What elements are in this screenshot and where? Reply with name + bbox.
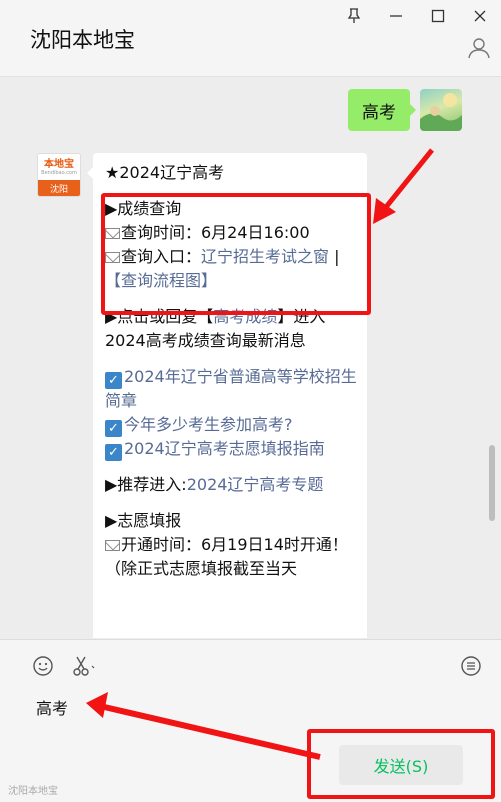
maximize-icon[interactable] — [417, 4, 459, 28]
sent-message-bubble[interactable]: 高考 — [348, 89, 416, 131]
volunteer-guide-link[interactable]: 2024辽宁高考志愿填报指南 — [124, 439, 325, 458]
admission-guide-link[interactable]: 2024年辽宁省普通高等学校招生简章 — [105, 367, 357, 410]
checkbox-icon: ✓ — [105, 420, 122, 437]
reply-heading: ★2024辽宁高考 — [105, 163, 225, 182]
envelope-icon — [105, 540, 120, 551]
checkbox-icon: ✓ — [105, 444, 122, 461]
bendibao-logo: 本地宝 Bendibao.com — [38, 154, 80, 180]
sender-avatar[interactable]: 本地宝 Bendibao.com 沈阳 — [37, 153, 81, 197]
profile-icon[interactable] — [467, 36, 491, 60]
section-volunteer-title: ▶志愿填报 — [105, 511, 182, 530]
chat-title: 沈阳本地宝 — [30, 28, 135, 52]
logo-text: 本地宝 — [44, 158, 74, 170]
checkbox-icon: ✓ — [105, 372, 122, 389]
candidate-count-link[interactable]: 今年多少考生参加高考? — [124, 415, 293, 434]
minimize-icon[interactable] — [375, 4, 417, 28]
emoji-icon[interactable] — [31, 654, 55, 678]
pin-icon[interactable] — [333, 4, 375, 28]
list-item[interactable]: ✓ 2024年辽宁省普通高等学校招生简章 — [105, 365, 357, 413]
recommend-line: ▶推荐进入:2024辽宁高考专题 — [105, 475, 324, 494]
annotation-highlight-box — [101, 193, 371, 315]
chat-scrollbar[interactable] — [489, 445, 495, 521]
watermark: 沈阳本地宝 — [8, 786, 58, 797]
window-controls — [333, 4, 501, 28]
annotation-send-box — [307, 729, 495, 799]
logo-subtext: Bendibao.com — [41, 169, 77, 176]
chat-history-icon[interactable] — [459, 654, 483, 678]
chat-panel[interactable]: 高考 本地宝 Bendibao.com 沈阳 ★2024辽宁高考 ▶成绩查询 查… — [0, 77, 501, 638]
title-bar: 沈阳本地宝 — [0, 0, 501, 77]
open-time-line: 开通时间：6月19日14时开通！（除正式志愿填报截至当天 — [105, 535, 348, 578]
list-item[interactable]: ✓ 2024辽宁高考志愿填报指南 — [105, 437, 357, 461]
list-item[interactable]: ✓ 今年多少考生参加高考? — [105, 413, 357, 437]
scissors-icon[interactable] — [71, 654, 95, 678]
city-label: 沈阳 — [38, 180, 80, 196]
my-avatar[interactable] — [420, 89, 462, 131]
gaokao-topic-link[interactable]: 2024辽宁高考专题 — [187, 475, 324, 494]
close-icon[interactable] — [459, 4, 501, 28]
message-input[interactable]: 高考 — [36, 695, 68, 719]
